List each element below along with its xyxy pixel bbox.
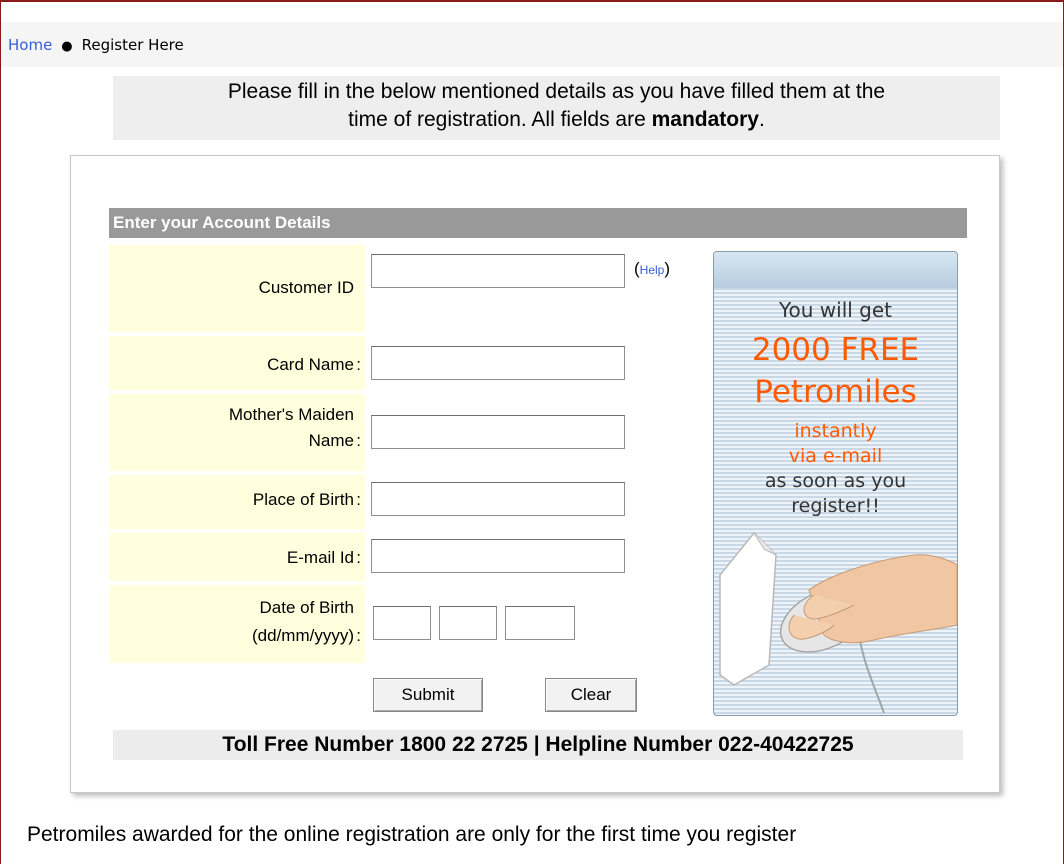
intro-line-2-text: time of registration. All fields are bbox=[348, 108, 652, 131]
customer-id-label: Customer ID bbox=[258, 278, 354, 297]
maiden-name-colon: : bbox=[356, 431, 361, 450]
promo-line-1: You will get bbox=[778, 298, 893, 322]
dob-year-input[interactable] bbox=[505, 606, 575, 640]
dob-label-cell: Date of Birth (dd/mm/yyyy) : bbox=[109, 585, 365, 663]
dob-month-input[interactable] bbox=[439, 606, 497, 640]
help-close-paren: ) bbox=[664, 259, 671, 278]
email-label-cell: E-mail Id : bbox=[109, 533, 365, 581]
contact-numbers: Toll Free Number 1800 22 2725 | Helpline… bbox=[113, 730, 963, 760]
promo-line-6: as soon as you bbox=[764, 470, 907, 492]
email-input[interactable] bbox=[371, 539, 625, 573]
promo-line-7: register!! bbox=[791, 495, 880, 517]
promo-line-4: instantly bbox=[794, 420, 877, 442]
dob-day-input[interactable] bbox=[373, 606, 431, 640]
birth-place-colon: : bbox=[356, 490, 361, 509]
breadcrumb-home-link[interactable]: Home bbox=[8, 36, 52, 54]
dob-colon: : bbox=[356, 626, 361, 645]
maiden-name-label-2: Name bbox=[308, 431, 354, 450]
promo-line-3: Petromiles bbox=[754, 374, 917, 410]
dob-label-1: Date of Birth bbox=[259, 598, 355, 617]
birth-place-label: Place of Birth bbox=[252, 490, 354, 509]
intro-line-1: Please fill in the below mentioned detai… bbox=[227, 80, 886, 103]
form-header: Enter your Account Details bbox=[109, 208, 967, 238]
footer-note: Petromiles awarded for the online regist… bbox=[27, 823, 797, 846]
mouse-hand-illustration bbox=[719, 531, 957, 714]
customer-id-label-cell: Customer ID bbox=[109, 245, 365, 332]
promo-banner: You will get 2000 FREE Petromiles instan… bbox=[713, 251, 958, 716]
bullet-icon: ● bbox=[61, 39, 73, 54]
customer-id-input[interactable] bbox=[371, 254, 625, 288]
help-group: (Help) bbox=[634, 259, 670, 279]
email-label: E-mail Id bbox=[286, 548, 354, 567]
clear-button[interactable]: Clear bbox=[545, 678, 637, 712]
promo-top-band bbox=[714, 252, 957, 288]
maiden-name-input[interactable] bbox=[371, 415, 625, 449]
card-name-colon: : bbox=[356, 355, 361, 374]
maiden-name-label-1: Mother's Maiden bbox=[228, 405, 354, 424]
card-name-label-cell: Card Name : bbox=[109, 336, 365, 390]
intro-line-2: time of registration. All fields are man… bbox=[113, 106, 1000, 134]
email-colon: : bbox=[356, 548, 361, 567]
card-name-input[interactable] bbox=[371, 346, 625, 380]
card-name-label: Card Name bbox=[267, 355, 354, 374]
submit-button[interactable]: Submit bbox=[373, 678, 483, 712]
dob-label-2: (dd/mm/yyyy) bbox=[252, 626, 354, 645]
birth-place-label-cell: Place of Birth : bbox=[109, 475, 365, 529]
help-link[interactable]: Help bbox=[640, 263, 665, 277]
mandatory-text: mandatory bbox=[651, 108, 759, 131]
intro-text: Please fill in the below mentioned detai… bbox=[113, 76, 1000, 140]
breadcrumb-current: Register Here bbox=[81, 36, 184, 54]
maiden-name-label-cell: Mother's Maiden Name : bbox=[109, 394, 365, 471]
intro-period: . bbox=[758, 108, 765, 131]
birth-place-input[interactable] bbox=[371, 482, 625, 516]
breadcrumb: Home ● Register Here bbox=[8, 37, 184, 55]
promo-line-5: via e-mail bbox=[788, 445, 883, 467]
promo-line-2: 2000 FREE bbox=[751, 332, 920, 368]
